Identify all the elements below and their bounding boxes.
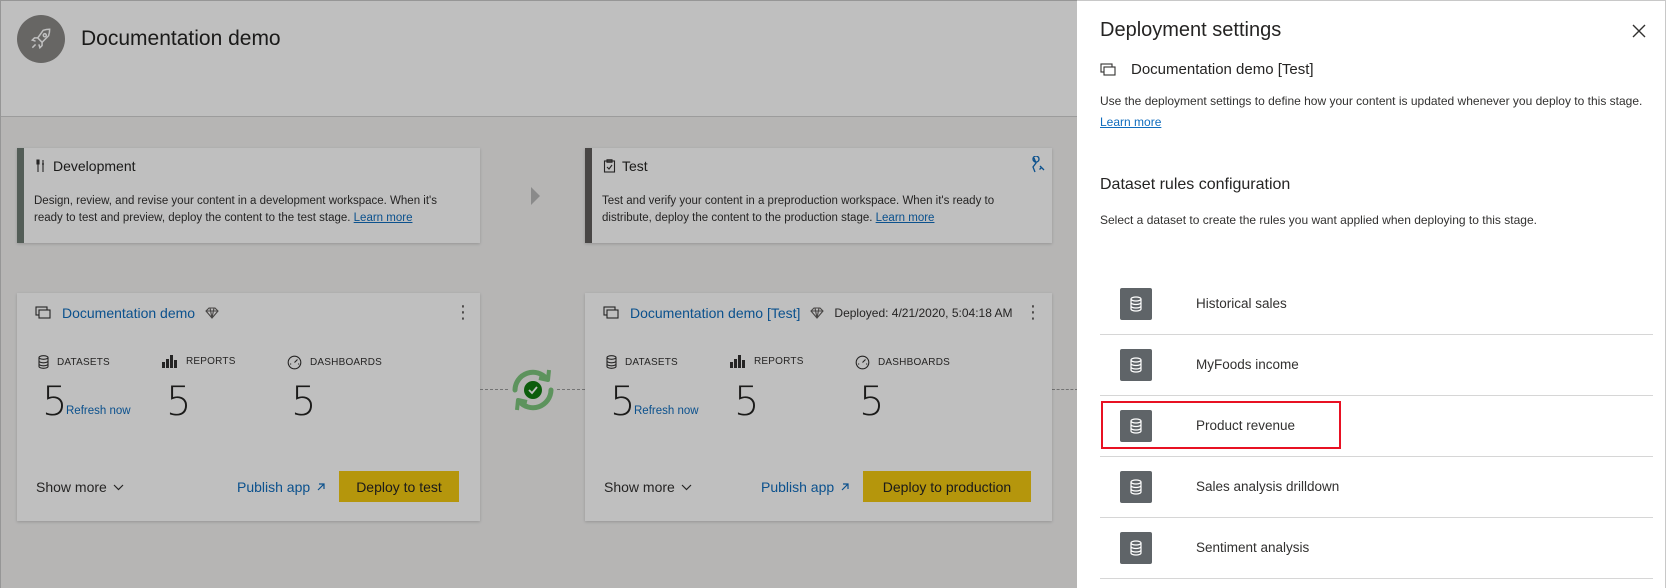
database-icon bbox=[1120, 471, 1152, 503]
deployment-settings-panel: Deployment settings Documentation demo [… bbox=[1077, 0, 1666, 588]
database-icon bbox=[1120, 288, 1152, 320]
database-icon bbox=[1120, 349, 1152, 381]
modal-overlay[interactable] bbox=[0, 0, 1077, 588]
panel-workspace: Documentation demo [Test] bbox=[1100, 61, 1314, 78]
learn-more-link[interactable]: Learn more bbox=[1100, 115, 1161, 129]
dataset-name: Sales analysis drilldown bbox=[1196, 479, 1340, 494]
panel-workspace-name: Documentation demo [Test] bbox=[1131, 61, 1314, 78]
list-item[interactable]: MyFoods income bbox=[1100, 335, 1653, 396]
database-icon bbox=[1120, 532, 1152, 564]
list-item[interactable]: Sales analysis drilldown bbox=[1100, 457, 1653, 518]
close-icon[interactable] bbox=[1627, 19, 1651, 43]
panel-description: Use the deployment settings to define ho… bbox=[1100, 94, 1643, 108]
highlight-box bbox=[1101, 401, 1341, 449]
panel-title: Deployment settings bbox=[1100, 19, 1282, 41]
workspace-icon bbox=[1100, 62, 1116, 76]
dataset-name: Sentiment analysis bbox=[1196, 540, 1310, 555]
list-item[interactable]: Sentiment analysis bbox=[1100, 518, 1653, 579]
list-item[interactable]: Historical sales bbox=[1100, 274, 1653, 335]
dataset-name: MyFoods income bbox=[1196, 357, 1299, 372]
dataset-name: Historical sales bbox=[1196, 296, 1287, 311]
section-description: Select a dataset to create the rules you… bbox=[1100, 213, 1537, 227]
section-title: Dataset rules configuration bbox=[1100, 176, 1291, 193]
